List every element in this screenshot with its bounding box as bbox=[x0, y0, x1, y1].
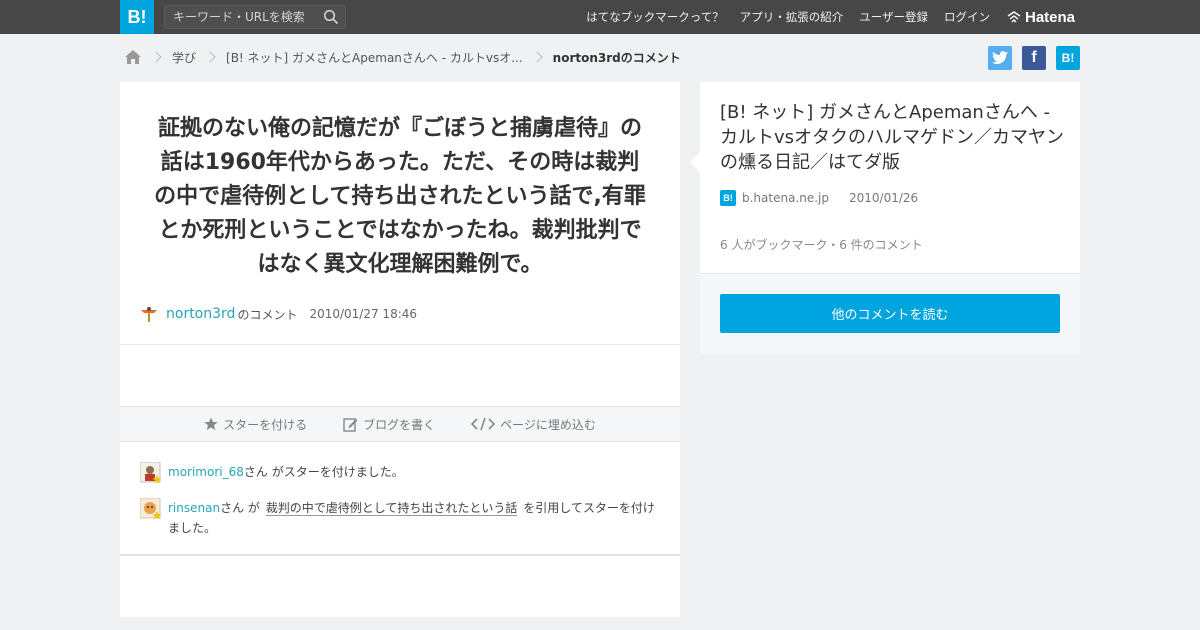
home-icon[interactable] bbox=[124, 49, 142, 65]
user-avatar-icon[interactable] bbox=[140, 498, 162, 520]
embed-button[interactable]: ページに埋め込む bbox=[471, 416, 596, 433]
entry-meta: B! b.hatena.ne.jp 2010/01/26 bbox=[720, 190, 918, 206]
chevron-right-icon bbox=[204, 51, 216, 63]
comment-user-link[interactable]: norton3rd bbox=[166, 306, 235, 322]
twitter-icon bbox=[992, 51, 1008, 64]
breadcrumb-category[interactable]: 学び bbox=[172, 49, 196, 66]
write-blog-label: ブログを書く bbox=[363, 417, 436, 432]
hatena-brand[interactable]: Hatena bbox=[1007, 7, 1075, 27]
star-user-link[interactable]: rinsenan bbox=[168, 501, 220, 515]
hatena-bookmark-button[interactable]: B! bbox=[1056, 46, 1080, 70]
breadcrumb: 学び [B! ネット] ガメさんとApemanさんへ - カルトvsオ... n… bbox=[124, 44, 681, 70]
entry-card: [B! ネット] ガメさんとApemanさんへ - カルトvsオタクのハルマゲド… bbox=[690, 82, 1080, 353]
star-icon bbox=[204, 417, 218, 430]
entry-counts[interactable]: 6 人がブックマーク・6 件のコメント bbox=[720, 236, 923, 253]
nav-register[interactable]: ユーザー登録 bbox=[859, 9, 928, 25]
nav-apps[interactable]: アプリ・拡張の紹介 bbox=[740, 9, 844, 25]
comment-meta: norton3rd のコメント 2010/01/27 18:46 bbox=[140, 304, 417, 324]
user-avatar-icon[interactable] bbox=[140, 305, 158, 323]
hatena-icon bbox=[1007, 11, 1021, 23]
action-bar: スターを付ける ブログを書く ページに埋め込む bbox=[120, 406, 680, 442]
entry-domain[interactable]: b.hatena.ne.jp bbox=[742, 191, 829, 205]
chevron-right-icon bbox=[150, 51, 162, 63]
search-box bbox=[164, 5, 346, 29]
top-bar: B! はてなブックマークって？ アプリ・拡張の紹介 ユーザー登録 ログイン Ha… bbox=[0, 0, 1200, 34]
star-item: morimori_68さん がスターを付けました。 bbox=[140, 462, 660, 484]
twitter-share-button[interactable] bbox=[988, 46, 1012, 70]
add-star-button[interactable]: スターを付ける bbox=[204, 416, 307, 433]
read-other-comments-button[interactable]: 他のコメントを読む bbox=[720, 294, 1060, 333]
nav-login[interactable]: ログイン bbox=[944, 9, 990, 25]
entry-card-footer: 他のコメントを読む bbox=[700, 273, 1080, 353]
nav-about[interactable]: はてなブックマークって？ bbox=[586, 9, 723, 25]
star-quote[interactable]: 裁判の中で虐待例として持ち出されたという話 bbox=[265, 501, 518, 516]
comment-card: 証拠のない俺の記憶だが『ごぼうと捕虜虐待』の話は1960年代からあった。ただ、そ… bbox=[120, 82, 680, 617]
entry-date: 2010/01/26 bbox=[849, 191, 919, 205]
entry-title[interactable]: [B! ネット] ガメさんとApemanさんへ - カルトvsオタクのハルマゲド… bbox=[720, 100, 1065, 175]
user-avatar-icon[interactable] bbox=[140, 462, 162, 484]
code-icon bbox=[471, 417, 496, 431]
write-blog-button[interactable]: ブログを書く bbox=[343, 416, 435, 433]
breadcrumb-current: norton3rdのコメント bbox=[552, 50, 681, 65]
facebook-share-button[interactable]: f bbox=[1022, 46, 1046, 70]
card-pointer bbox=[690, 152, 700, 172]
chevron-right-icon bbox=[531, 51, 543, 63]
star-list: morimori_68さん がスターを付けました。 rinsenanさん が 裁… bbox=[140, 462, 660, 554]
star-text: さん がスターを付けました。 bbox=[243, 465, 404, 479]
breadcrumb-entry[interactable]: [B! ネット] ガメさんとApemanさんへ - カルトvsオ... bbox=[226, 49, 523, 66]
top-nav: はてなブックマークって？ アプリ・拡張の紹介 ユーザー登録 ログイン bbox=[570, 0, 990, 34]
comment-date: 2010/01/27 18:46 bbox=[309, 307, 418, 321]
divider bbox=[120, 554, 680, 556]
search-icon[interactable] bbox=[323, 9, 339, 25]
hatena-bookmark-logo[interactable]: B! bbox=[120, 0, 154, 34]
search-input[interactable] bbox=[165, 6, 315, 28]
add-star-label: スターを付ける bbox=[223, 417, 308, 432]
comment-user-suffix: のコメント bbox=[237, 307, 298, 322]
star-user-link[interactable]: morimori_68 bbox=[168, 465, 244, 479]
comment-text: 証拠のない俺の記憶だが『ごぼうと捕虜虐待』の話は1960年代からあった。ただ、そ… bbox=[154, 116, 646, 277]
star-text: さん が bbox=[220, 501, 260, 515]
star-item: rinsenanさん が 裁判の中で虐待例として持ち出されたという話 を引用して… bbox=[140, 498, 660, 538]
edit-icon bbox=[343, 417, 358, 432]
divider bbox=[120, 344, 680, 345]
hatena-brand-text: Hatena bbox=[1025, 8, 1076, 26]
embed-label: ページに埋め込む bbox=[500, 417, 596, 432]
hatena-bookmark-icon: B! bbox=[720, 190, 736, 206]
